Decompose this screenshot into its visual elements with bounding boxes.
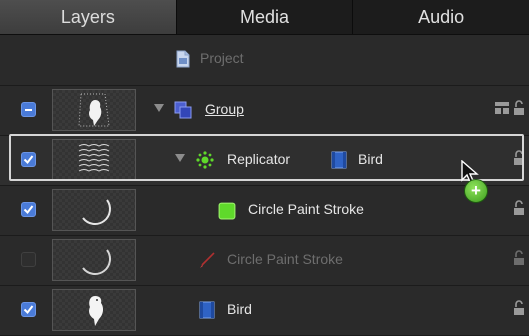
layer-row-project[interactable]: Project: [0, 35, 529, 86]
disclosure-triangle-icon[interactable]: [154, 104, 164, 112]
layer-label: Replicator: [227, 151, 291, 167]
layer-label: Project: [200, 50, 244, 66]
tab-layers[interactable]: Layers: [0, 0, 177, 34]
group-icon: [174, 101, 192, 119]
layer-label: Circle Paint Stroke: [227, 251, 343, 267]
visibility-checkbox[interactable]: [21, 102, 36, 117]
layer-label: Bird: [227, 301, 252, 317]
panel-tabs: Layers Media Audio: [0, 0, 529, 35]
layer-thumbnail: [52, 139, 136, 181]
image-layer-icon: [199, 301, 215, 319]
source-layer-label: Bird: [358, 151, 383, 167]
lock-icon[interactable]: [513, 250, 525, 266]
add-badge-glyph: +: [471, 181, 481, 200]
lock-icon[interactable]: [513, 150, 525, 166]
visibility-checkbox[interactable]: [21, 302, 36, 317]
paint-brush-icon: [200, 252, 215, 268]
layer-row-group[interactable]: Group: [0, 86, 529, 136]
visibility-checkbox[interactable]: [21, 152, 36, 167]
lock-icon[interactable]: [513, 200, 525, 216]
layer-thumbnail: [52, 239, 136, 281]
lock-icon[interactable]: [513, 300, 525, 316]
project-icon: [176, 50, 190, 68]
layer-label: Circle Paint Stroke: [248, 201, 364, 217]
layers-list: Project Group Replicator Bird Circle Pai…: [0, 35, 529, 336]
layer-thumbnail: [52, 189, 136, 231]
layer-thumbnail: [52, 289, 136, 331]
layer-row-replicator[interactable]: Replicator Bird: [0, 136, 529, 186]
add-badge-icon: +: [464, 179, 488, 203]
layer-row-circle-paint-stroke[interactable]: Circle Paint Stroke: [0, 186, 529, 236]
lock-icon[interactable]: [513, 100, 525, 116]
visibility-checkbox[interactable]: [21, 202, 36, 217]
layer-label: Group: [205, 101, 244, 117]
disclosure-triangle-icon[interactable]: [175, 154, 185, 162]
visibility-checkbox[interactable]: [21, 252, 36, 267]
layer-thumbnail: [52, 89, 136, 131]
replicator-icon: [196, 151, 214, 169]
layer-row-bird[interactable]: Bird: [0, 286, 529, 336]
tab-audio[interactable]: Audio: [353, 0, 529, 34]
layer-row-circle-paint-stroke-disabled[interactable]: Circle Paint Stroke: [0, 236, 529, 286]
image-layer-icon: [331, 151, 347, 169]
group-toggle-icon[interactable]: [495, 102, 509, 114]
paint-stroke-icon: [218, 202, 236, 220]
tab-media[interactable]: Media: [177, 0, 354, 34]
